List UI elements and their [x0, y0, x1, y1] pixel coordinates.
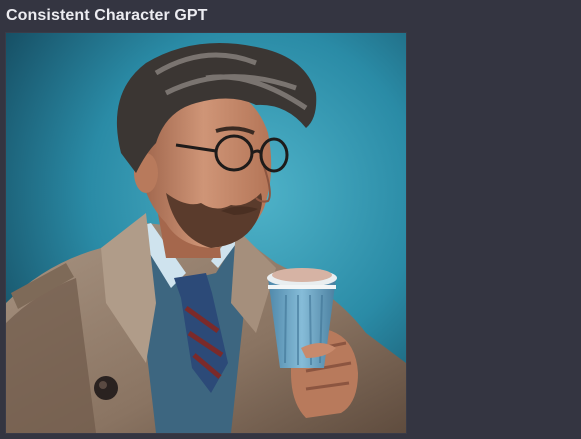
gpt-name-title: Consistent Character GPT — [6, 7, 208, 24]
portrait-illustration — [6, 33, 406, 433]
generated-image[interactable] — [5, 32, 407, 434]
coat-button — [94, 376, 118, 400]
